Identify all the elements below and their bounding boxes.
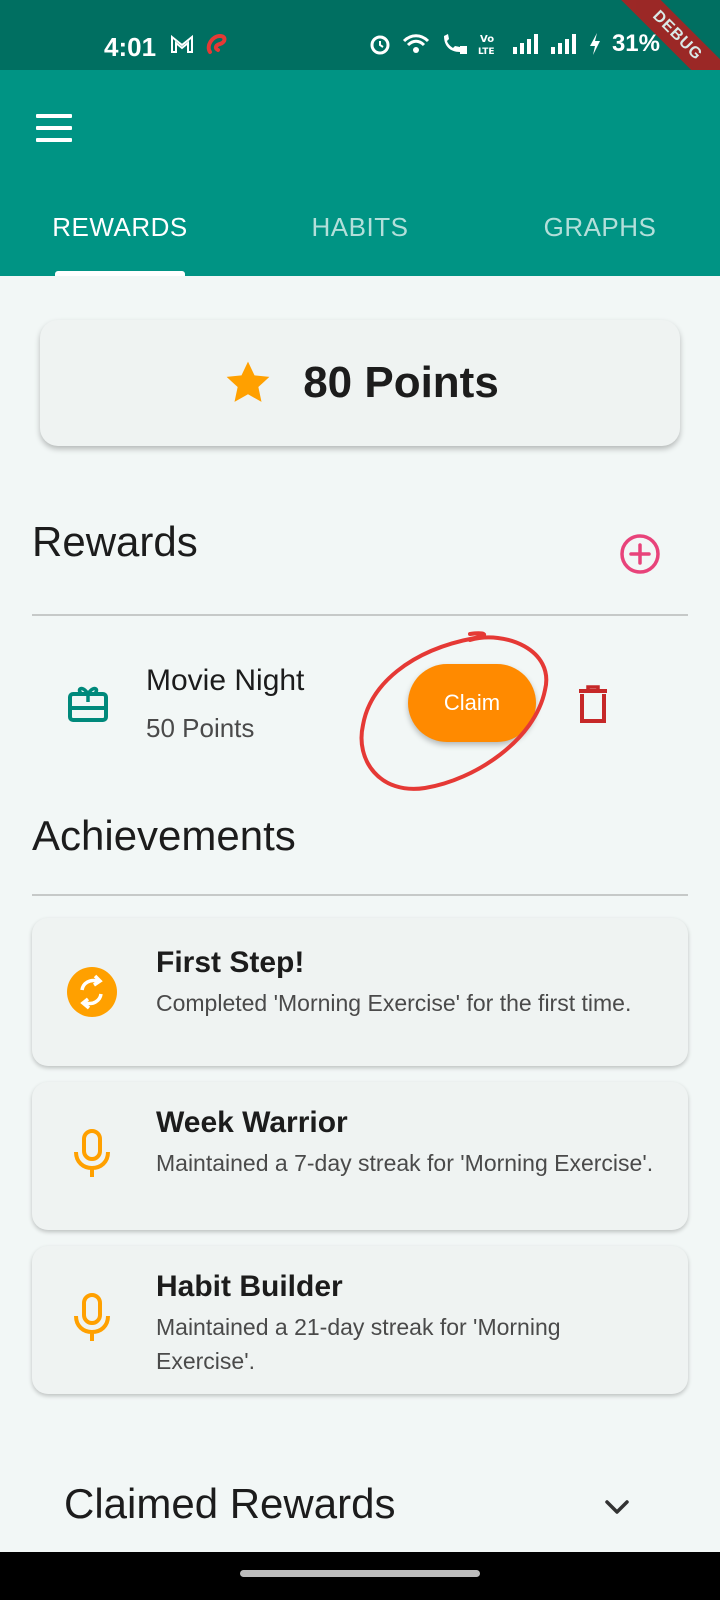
- system-nav-bar: [0, 1552, 720, 1600]
- reward-cost: 50 Points: [146, 713, 255, 743]
- points-card: 80 Points: [40, 320, 680, 446]
- achievement-title: Habit Builder: [156, 1270, 343, 1303]
- tab-graphs[interactable]: GRAPHS: [480, 200, 720, 276]
- tab-habits[interactable]: HABITS: [240, 200, 480, 276]
- wifi-icon: [402, 34, 430, 53]
- achievement-description: Maintained a 7-day streak for 'Morning E…: [156, 1150, 654, 1176]
- reward-name: Movie Night: [146, 664, 305, 697]
- achievement-description: Completed 'Morning Exercise' for the fir…: [156, 990, 632, 1016]
- tab-graphs-label: GRAPHS: [543, 212, 657, 242]
- svg-text:LTE: LTE: [478, 47, 495, 56]
- trash-icon[interactable]: [576, 684, 610, 724]
- rewards-heading: Rewards: [32, 518, 198, 565]
- charging-icon: [589, 33, 600, 55]
- signal-icon: [512, 34, 538, 54]
- sync-circle-icon: [67, 967, 117, 1017]
- achievements-divider: [32, 894, 688, 896]
- wifi-calling-icon: [443, 34, 467, 54]
- achievement-card: Habit Builder Maintained a 21-day streak…: [32, 1246, 688, 1394]
- tab-bar: REWARDS HABITS GRAPHS: [0, 200, 720, 276]
- tab-rewards[interactable]: REWARDS: [0, 200, 240, 276]
- tab-indicator: [55, 271, 185, 276]
- svg-text:Vo: Vo: [480, 34, 494, 45]
- alarm-icon: [370, 35, 390, 55]
- status-time: 4:01: [104, 32, 157, 62]
- points-total: 80 Points: [303, 358, 499, 407]
- airtel-icon: [206, 33, 227, 54]
- star-icon: [226, 361, 270, 402]
- achievements-heading: Achievements: [32, 812, 296, 859]
- chevron-down-icon[interactable]: [604, 1498, 630, 1516]
- achievement-description: Maintained a 21-day streak for 'Morning …: [156, 1314, 561, 1374]
- achievement-card: First Step! Completed 'Morning Exercise'…: [32, 918, 688, 1066]
- rewards-divider: [32, 614, 688, 616]
- add-circle-icon[interactable]: [618, 532, 662, 576]
- microphone-icon: [74, 1129, 110, 1177]
- achievement-title: First Step!: [156, 946, 305, 979]
- gift-card-icon: [68, 686, 108, 722]
- achievement-title: Week Warrior: [156, 1106, 348, 1139]
- volte-icon: Vo LTE: [478, 34, 495, 56]
- hamburger-menu-icon[interactable]: [36, 114, 76, 144]
- achievement-card: Week Warrior Maintained a 7-day streak f…: [32, 1082, 688, 1230]
- gmail-icon: [171, 34, 193, 53]
- signal-icon: [550, 34, 576, 54]
- battery-level: 31%: [611, 30, 660, 57]
- home-gesture-handle[interactable]: [240, 1570, 480, 1577]
- app-bar: REWARDS HABITS GRAPHS: [0, 70, 720, 276]
- tab-habits-label: HABITS: [311, 212, 409, 242]
- status-left-icons: [170, 32, 230, 56]
- claim-button[interactable]: Claim: [408, 664, 536, 742]
- tab-rewards-label: REWARDS: [52, 212, 188, 242]
- microphone-icon: [74, 1293, 110, 1341]
- claimed-rewards-heading[interactable]: Claimed Rewards: [64, 1480, 395, 1528]
- status-right-icons: Vo LTE 31%: [368, 30, 660, 58]
- status-bar: 4:01 Vo LTE 31% DEBUG: [0, 0, 720, 107]
